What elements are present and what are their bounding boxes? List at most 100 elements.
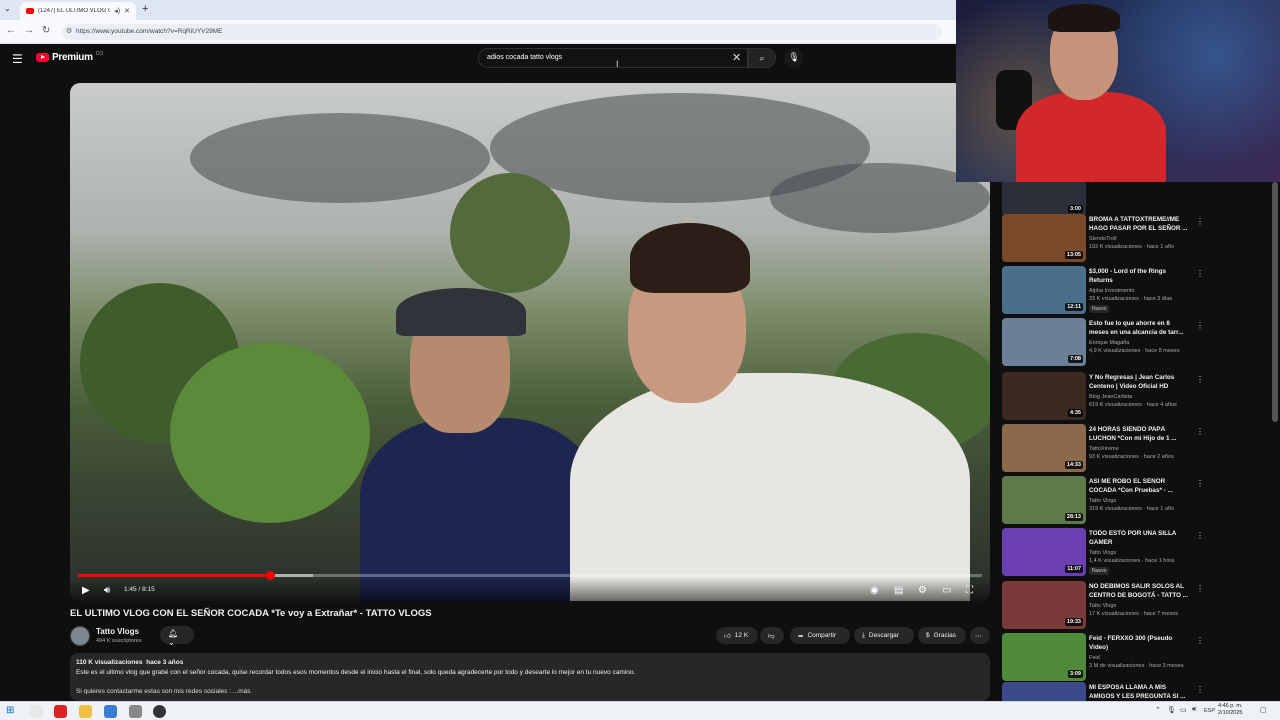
file-explorer-icon[interactable]	[79, 705, 92, 718]
fullscreen-icon[interactable]: ⛶	[966, 585, 973, 596]
hamburger-menu-icon[interactable]: ☰	[12, 52, 23, 66]
progress-bar[interactable]	[78, 571, 982, 580]
subtitles-icon[interactable]: ▤	[894, 585, 903, 596]
video-thumbnail[interactable]: 12:11	[1002, 266, 1086, 314]
recommended-channel[interactable]: Alpha Investments	[1089, 288, 1134, 294]
recommended-video[interactable]: MI ESPOSA LLAMA A MIS AMIGOS Y LES PREGU…	[1000, 682, 1270, 702]
more-options-icon[interactable]: ⋮	[1196, 375, 1204, 384]
recommended-title[interactable]: ASI ME ROBÓ EL SEÑOR COCADA *Con Pruebas…	[1089, 478, 1189, 495]
recommended-channel[interactable]: SlendoTroll	[1089, 236, 1117, 242]
recommended-title[interactable]: Feid - FERXXO 300 (Pseudo Video)	[1089, 635, 1189, 652]
recommended-video[interactable]: 19:33 NO DEBIMOS SALIR SOLOS AL CENTRO DE…	[1000, 581, 1270, 631]
app2-taskbar-icon[interactable]	[104, 705, 117, 718]
dislike-button[interactable]: 👎︎	[760, 627, 784, 644]
video-thumbnail[interactable]: 4:35	[1002, 372, 1086, 420]
theater-mode-icon[interactable]: ▭	[942, 585, 951, 596]
recommended-title[interactable]: 24 HORAS SIENDO PAPÁ LUCHON *Con mi Hijo…	[1089, 426, 1189, 443]
search-button[interactable]: ⌕	[748, 48, 776, 68]
clear-search-icon[interactable]: ✕	[732, 51, 741, 64]
system-clock[interactable]: 4:46 p. m. 2/10/2025	[1218, 703, 1242, 717]
search-input[interactable]: adios cocada tatto vlogs	[478, 48, 748, 68]
recommended-title[interactable]: BROMA A TATTOXTREME//ME HAGO PASAR POR E…	[1089, 216, 1189, 233]
thanks-button[interactable]: $ Gracias	[918, 627, 966, 644]
tray-volume-icon[interactable]: 🔊︎	[1192, 706, 1196, 714]
recommended-channel[interactable]: Feid	[1089, 655, 1100, 661]
youtube-premium-logo[interactable]: Premium CO	[36, 51, 103, 63]
recommended-video[interactable]: 4:35 Y No Regresas | Jean Carlos Centeno …	[1000, 372, 1270, 422]
recommended-title[interactable]: Esto fue lo que ahorre en 8 meses en una…	[1089, 320, 1189, 337]
tray-chevron-icon[interactable]: ⌃	[1155, 706, 1161, 714]
recommended-video[interactable]: 13:05 BROMA A TATTOXTREME//ME HAGO PASAR …	[1000, 214, 1270, 264]
forward-icon[interactable]: →	[24, 25, 34, 36]
recommended-video[interactable]: 12:11 $3,000 - Lord of the Rings Returns A…	[1000, 266, 1270, 316]
video-player[interactable]: ▶ 🔊︎ 1:45 / 8:15 ◉ ▤ ⚙ ▭ ⛶	[70, 83, 990, 601]
video-thumbnail[interactable]: 11:07	[1002, 528, 1086, 576]
show-more-link[interactable]: ...más	[233, 688, 251, 695]
like-button[interactable]: 👍︎ 12 K	[716, 627, 758, 644]
video-thumbnail[interactable]: 14:33	[1002, 424, 1086, 472]
more-options-icon[interactable]: ⋮	[1196, 269, 1204, 278]
recommended-channel[interactable]: Tatto Vlogs	[1089, 498, 1116, 504]
app3-taskbar-icon[interactable]	[129, 705, 142, 718]
recommended-channel[interactable]: Blog JeanCarlista	[1089, 394, 1132, 400]
more-options-icon[interactable]: ⋮	[1196, 321, 1204, 330]
video-thumbnail[interactable]: 3:09	[1002, 633, 1086, 681]
channel-avatar[interactable]	[70, 626, 90, 646]
video-thumbnail[interactable]: 19:33	[1002, 581, 1086, 629]
chrome-taskbar-icon[interactable]	[30, 705, 43, 718]
video-thumbnail[interactable]: 7:08	[1002, 318, 1086, 366]
recommended-video[interactable]: 7:08 Esto fue lo que ahorre en 8 meses en…	[1000, 318, 1270, 368]
reload-icon[interactable]: ↻	[42, 25, 50, 36]
voice-search-button[interactable]: 🎙	[784, 48, 804, 68]
recommended-video[interactable]: 3:09 Feid - FERXXO 300 (Pseudo Video) Feid…	[1000, 633, 1270, 683]
video-thumbnail[interactable]: 28:13	[1002, 476, 1086, 524]
tray-network-icon[interactable]: ▭	[1180, 706, 1187, 714]
windows-start-icon[interactable]: ⊞	[6, 705, 19, 718]
recommended-title[interactable]: TODO ESTO POR UNA SILLA GAMER	[1089, 530, 1189, 547]
recommended-video[interactable]: 11:07 TODO ESTO POR UNA SILLA GAMER Tatto …	[1000, 528, 1270, 578]
new-tab-icon[interactable]: +	[142, 3, 148, 15]
download-button[interactable]: ⤓ Descargar	[854, 627, 914, 644]
notifications-icon[interactable]: ▢	[1260, 706, 1267, 714]
recommended-channel[interactable]: Enrique Magaña	[1089, 340, 1129, 346]
close-tab-icon[interactable]: ✕	[124, 7, 130, 15]
more-options-icon[interactable]: ⋮	[1196, 427, 1204, 436]
notification-bell-button[interactable]: 🔔︎ ⌄	[160, 626, 194, 647]
recommended-video[interactable]: 28:13 ASI ME ROBÓ EL SEÑOR COCADA *Con Pr…	[1000, 476, 1270, 526]
tab-search-icon[interactable]: ⌄	[4, 4, 11, 13]
description-box[interactable]: 110 K visualizaciones hace 3 años Este e…	[70, 653, 990, 701]
scrubber-knob[interactable]	[265, 571, 275, 580]
url-field[interactable]: ⚙ https://www.youtube.com/watch?v=RqRiUY…	[62, 24, 942, 40]
more-options-icon[interactable]: ⋮	[1196, 584, 1204, 593]
more-actions-button[interactable]: ⋯	[970, 627, 990, 644]
browser-tab[interactable]: (1247) EL ULTIMO VLOG C( ◂) ✕	[20, 2, 136, 20]
back-icon[interactable]: ←	[6, 25, 16, 36]
recommended-title[interactable]: $3,000 - Lord of the Rings Returns	[1089, 268, 1189, 285]
autoplay-toggle-icon[interactable]: ◉	[870, 585, 879, 596]
video-thumbnail[interactable]: 3:00	[1002, 182, 1086, 216]
settings-gear-icon[interactable]: ⚙	[918, 585, 927, 596]
video-thumbnail[interactable]: 13:05	[1002, 214, 1086, 262]
tray-mic-icon[interactable]: 🎙	[1167, 706, 1176, 714]
recommended-channel[interactable]: TattoXtreme	[1089, 446, 1119, 452]
more-options-icon[interactable]: ⋮	[1196, 217, 1204, 226]
volume-icon[interactable]: 🔊︎	[104, 585, 110, 596]
recommended-title[interactable]: NO DEBIMOS SALIR SOLOS AL CENTRO DE BOGO…	[1089, 583, 1189, 600]
site-info-icon[interactable]: ⚙	[66, 27, 72, 35]
language-indicator[interactable]: ESP	[1204, 708, 1215, 714]
recommended-channel[interactable]: Tatto Vlogs	[1089, 603, 1116, 609]
sidebar-scrollbar[interactable]	[1272, 182, 1278, 422]
channel-name[interactable]: Tatto Vlogs	[96, 627, 139, 636]
more-options-icon[interactable]: ⋮	[1196, 685, 1204, 694]
share-button[interactable]: ➦ Compartir	[790, 627, 850, 644]
recommended-video[interactable]: 3:00Feid8,5 M de visualizaciones · hace …	[1000, 182, 1270, 218]
recommended-video[interactable]: 14:33 24 HORAS SIENDO PAPÁ LUCHON *Con mi…	[1000, 424, 1270, 474]
more-options-icon[interactable]: ⋮	[1196, 479, 1204, 488]
play-icon[interactable]: ▶	[82, 585, 90, 596]
speaker-icon[interactable]: ◂)	[114, 7, 120, 15]
recommended-title[interactable]: Y No Regresas | Jean Carlos Centeno | Vi…	[1089, 374, 1189, 391]
obs-taskbar-icon[interactable]	[153, 705, 166, 718]
video-thumbnail[interactable]	[1002, 682, 1086, 702]
more-options-icon[interactable]: ⋮	[1196, 531, 1204, 540]
more-options-icon[interactable]: ⋮	[1196, 636, 1204, 645]
